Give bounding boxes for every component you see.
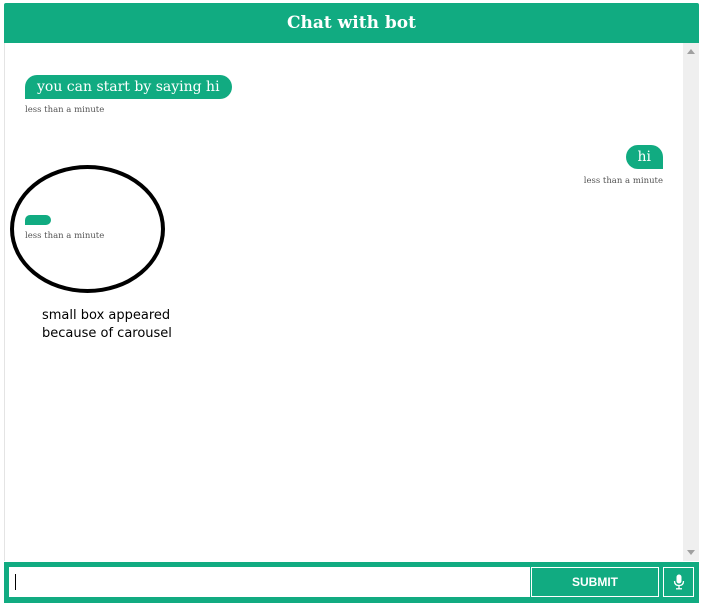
chat-window: Chat with bot you can start by saying hi… — [4, 3, 699, 603]
vertical-scrollbar[interactable] — [683, 43, 699, 561]
submit-button[interactable]: SUBMIT — [531, 567, 659, 597]
annotation-circle — [10, 165, 165, 293]
microphone-icon — [673, 574, 684, 590]
message-composer: SUBMIT — [4, 562, 699, 603]
annotation-line: because of carousel — [42, 326, 172, 341]
annotation-note: small box appeared because of carousel — [42, 307, 212, 343]
message-input[interactable] — [9, 567, 530, 597]
scroll-up-arrow-icon[interactable] — [687, 49, 695, 54]
text-caret — [15, 574, 16, 590]
message-timestamp: less than a minute — [25, 105, 105, 115]
message-timestamp: less than a minute — [583, 176, 663, 186]
message-list[interactable]: you can start by saying hi less than a m… — [4, 43, 699, 561]
chat-header: Chat with bot — [4, 3, 699, 43]
bot-message-bubble: you can start by saying hi — [25, 75, 232, 99]
scroll-down-arrow-icon[interactable] — [687, 550, 695, 555]
annotation-line: small box appeared — [42, 308, 171, 323]
mic-button[interactable] — [663, 567, 694, 597]
chat-title: Chat with bot — [287, 13, 416, 33]
user-message-bubble: hi — [625, 145, 663, 169]
